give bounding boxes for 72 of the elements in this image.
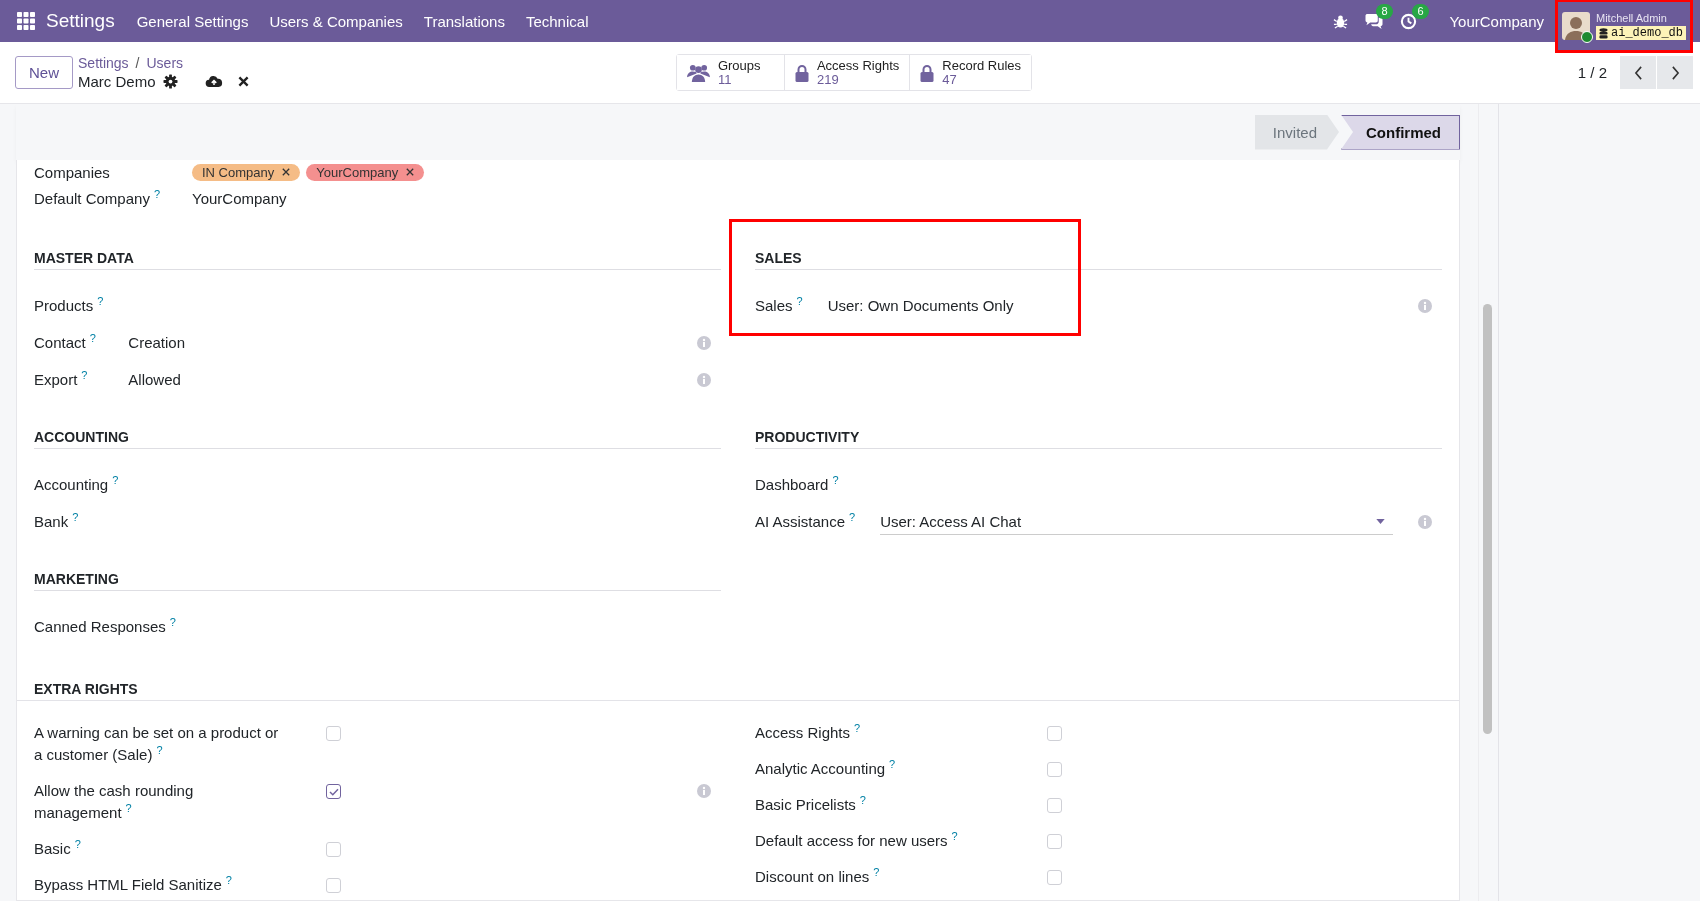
remove-icon[interactable]	[282, 168, 291, 176]
field-label: A warning can be set on a product or a customer (Sale) $^{?}$	[34, 724, 279, 763]
section-heading: MASTER DATA	[34, 249, 721, 270]
scrollbar-thumb[interactable]	[1483, 304, 1492, 734]
record-title: Marc Demo	[78, 73, 156, 90]
breadcrumb-link[interactable]: Users	[146, 55, 184, 71]
field-label: Canned Responses $^{?}$	[34, 618, 176, 635]
message-count-badge: 8	[1376, 3, 1393, 19]
user-name: Mitchell Admin	[1596, 12, 1668, 24]
breadcrumb-separator: /	[135, 55, 140, 71]
field-label: Access Rights $^{?}$	[755, 724, 861, 741]
select-field[interactable]: User: Access AI Chat	[880, 508, 1393, 535]
menu-item[interactable]: General Settings	[136, 12, 249, 30]
field-label: Contact $^{?}$	[34, 334, 97, 351]
settings-icon[interactable]	[162, 74, 178, 89]
database-name: ai_demo_db	[1611, 27, 1683, 39]
apps-grid-icon[interactable]	[17, 12, 35, 30]
smart-button[interactable]: Groups 11	[676, 55, 785, 90]
section-heading: MARKETING	[34, 570, 721, 591]
field-value: Creation	[128, 334, 187, 351]
menu-item[interactable]: Users & Companies	[269, 12, 403, 30]
field-label: Accounting $^{?}$	[34, 476, 119, 493]
company-switcher[interactable]: YourCompany	[1449, 12, 1544, 30]
breadcrumb-link[interactable]: Settings	[78, 55, 129, 71]
section-heading: PRODUCTIVITY	[755, 428, 1442, 449]
section-heading: SALES	[755, 249, 1442, 270]
app-title[interactable]: Settings	[46, 10, 115, 32]
clock-icon[interactable]	[1400, 12, 1418, 30]
lock-icon	[920, 63, 935, 82]
company-tag: YourCompany	[306, 163, 425, 181]
field-label: Allow the cash rounding management $^{?}$	[34, 782, 194, 821]
field-label: Companies	[34, 163, 110, 181]
field-value: Allowed	[128, 371, 182, 388]
field-value: YourCompany	[192, 189, 287, 207]
chevron-right-icon	[1670, 65, 1680, 80]
close-icon[interactable]	[237, 76, 249, 87]
avatar-icon	[1562, 12, 1590, 40]
checkbox[interactable]	[326, 784, 341, 799]
section-heading: ACCOUNTING	[34, 428, 721, 449]
lock-icon	[794, 63, 809, 82]
field-label: AI Assistance $^{?}$	[755, 513, 856, 530]
field-value: User: Own Documents Only	[827, 297, 1015, 314]
company-tag: IN Company	[192, 163, 301, 181]
activity-count-badge: 6	[1412, 3, 1429, 19]
field-label: Default Company $^{?}$	[34, 189, 161, 207]
pager-value[interactable]: 1 / 2	[1577, 64, 1607, 81]
menu-item[interactable]: Technical	[525, 12, 589, 30]
previous-button[interactable]	[1620, 56, 1656, 89]
field-label: Export $^{?}$	[34, 371, 89, 388]
field-label: Bank $^{?}$	[34, 513, 80, 530]
users-icon	[686, 63, 710, 82]
field-label: Analytic Accounting $^{?}$	[755, 760, 896, 777]
next-button[interactable]	[1657, 56, 1693, 89]
field-label: Default access for new users $^{?}$	[755, 832, 958, 849]
status-stage[interactable]: Invited	[1254, 114, 1339, 150]
cloud-upload-icon[interactable]	[204, 75, 223, 88]
remove-icon[interactable]	[406, 168, 415, 176]
section-heading: EXTRA RIGHTS	[17, 680, 1459, 701]
field-label: Bypass HTML Field Sanitize $^{?}$	[34, 876, 232, 893]
field-label: Basic Pricelists $^{?}$	[755, 796, 866, 813]
database-icon	[1599, 27, 1608, 39]
field-label: Products $^{?}$	[34, 297, 104, 314]
caret-icon	[1376, 518, 1385, 524]
field-label: Basic $^{?}$	[34, 840, 81, 857]
field-label: Sales $^{?}$	[755, 297, 803, 314]
menu-item[interactable]: Translations	[423, 12, 505, 30]
new-button[interactable]: New	[15, 56, 73, 89]
bug-icon[interactable]	[1333, 13, 1349, 29]
field-label: Dashboard $^{?}$	[755, 476, 840, 493]
field-label: Discount on lines $^{?}$	[755, 868, 880, 885]
status-stage[interactable]: Confirmed	[1341, 114, 1460, 150]
chevron-left-icon	[1633, 65, 1643, 80]
